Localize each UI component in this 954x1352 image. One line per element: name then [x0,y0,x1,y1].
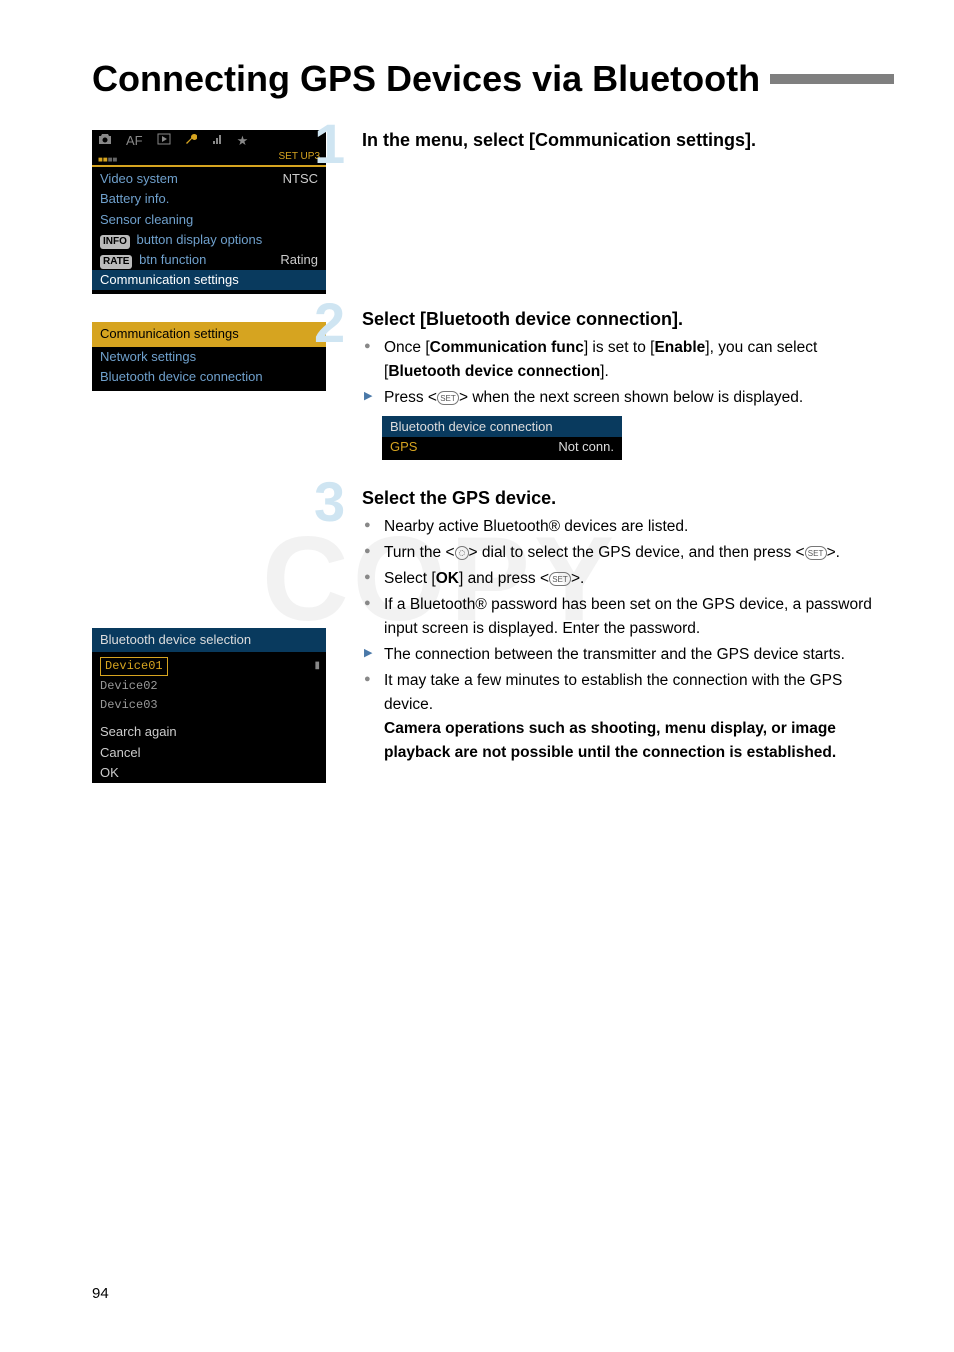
device-row: Device02 [92,677,326,696]
menu-row-sensor-cleaning: Sensor cleaning [92,210,326,230]
device-row-selected: Device01 ▮ [92,656,326,677]
list-item-network-settings: Network settings [92,347,326,367]
status-value: Not conn. [558,439,614,454]
list-item-bt-connection: Bluetooth device connection [92,367,326,387]
menu-value: NTSC [283,170,318,188]
bullet-item: Turn the <> dial to select the GPS devic… [362,541,894,565]
footer-item-cancel: Cancel [92,743,326,763]
screen-header: Communication settings [92,322,326,346]
menu-label: Sensor cleaning [100,211,193,229]
step-heading: Select the GPS device. [362,488,894,509]
camera-screen-setup: AF ★ SET UP3 ■■■■ V [92,130,326,294]
bullet-item: Once [Communication func] is set to [Ena… [362,336,894,384]
set-icon: SET [437,391,459,405]
play-icon [157,132,171,150]
menu-row-communication-settings: Communication settings [92,270,326,290]
menu-row-info-button: INFO button display options [92,230,326,250]
menu-label: Communication settings [100,271,239,289]
step-1: 1 In the menu, select [Communication set… [362,130,894,151]
custom-icon [211,132,223,150]
wrench-icon [185,132,197,150]
step-3: 3 Select the GPS device. Nearby active B… [362,488,894,765]
menu-row-battery: Battery info. [92,189,326,209]
status-row: GPS Not conn. [382,437,622,460]
bullet-item: It may take a few minutes to establish t… [362,669,894,765]
step-heading: In the menu, select [Communication setti… [362,130,894,151]
rate-badge: RATE [100,255,132,269]
menu-label: Video system [100,170,178,188]
status-label: GPS [390,439,417,454]
step-2: 2 Select [Bluetooth device connection]. … [362,309,894,460]
step-heading: Select [Bluetooth device connection]. [362,309,894,330]
camera-icon [98,132,112,150]
step-number: 1 [314,116,345,172]
af-tab-label: AF [126,132,143,150]
footer-item-search-again: Search again [92,722,326,742]
screen-header: Bluetooth device connection [382,416,622,437]
page-title: Connecting GPS Devices via Bluetooth [92,58,760,100]
info-badge: INFO [100,235,130,249]
bullet-item-arrow: Press <SET> when the next screen shown b… [362,386,894,410]
bullet-item-arrow: The connection between the transmitter a… [362,643,894,667]
star-icon: ★ [237,132,249,150]
bullet-item: Select [OK] and press <SET>. [362,567,894,591]
menu-label: Battery info. [100,190,169,208]
menu-row-rate-button: RATE btn function Rating [92,250,326,270]
title-divider [770,74,894,84]
menu-value: Rating [280,251,318,269]
camera-tabs: AF ★ SET UP3 [92,130,326,152]
screen-header: Bluetooth device selection [92,628,326,652]
menu-label: INFO button display options [100,231,262,249]
scroll-indicator: ▮ [314,659,320,673]
camera-screen-comm: Communication settings Network settings … [92,322,326,391]
menu-label: RATE btn function [100,251,206,269]
footer-item-ok: OK [92,763,326,783]
page-number: 94 [92,1285,109,1302]
step-number: 2 [314,295,345,351]
step-number: 3 [314,474,345,530]
set-icon: SET [805,546,827,560]
bullet-item: If a Bluetooth® password has been set on… [362,593,894,641]
dial-icon [455,546,469,560]
camera-screen-bt-select: Bluetooth device selection Device01 ▮ De… [92,628,326,783]
set-icon: SET [549,572,571,586]
camera-screen-bt-conn: Bluetooth device connection GPS Not conn… [382,416,622,460]
menu-row-video-system: Video system NTSC [92,169,326,189]
device-label: Device01 [100,657,168,676]
bullet-item: Nearby active Bluetooth® devices are lis… [362,515,894,539]
device-row: Device03 [92,696,326,715]
